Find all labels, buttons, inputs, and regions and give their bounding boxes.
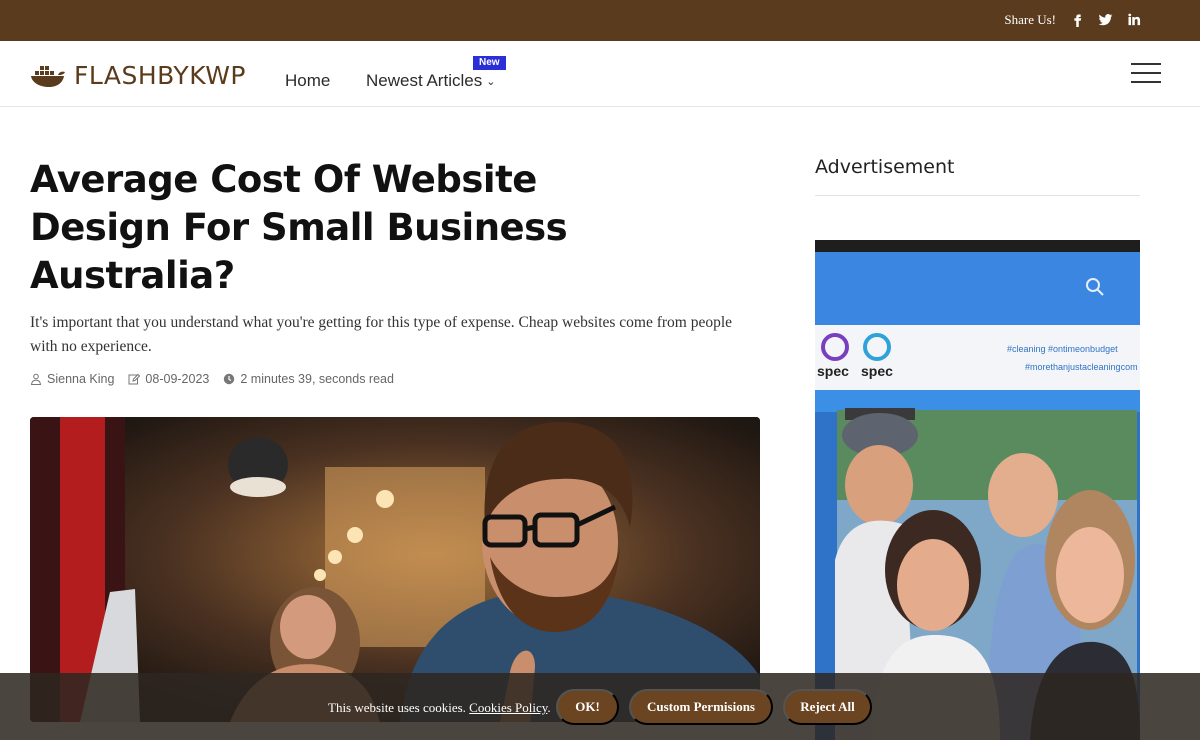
- user-icon: [30, 373, 42, 385]
- chevron-down-icon: ⌄: [486, 75, 496, 88]
- new-badge: New: [473, 56, 506, 70]
- advertisement-image[interactable]: spec spec #cleaning #ontimeonbudget #mor…: [815, 240, 1140, 740]
- logo-text: FLASHBYKWP: [74, 61, 247, 90]
- edit-icon: [128, 373, 141, 385]
- hamburger-line: [1131, 72, 1161, 74]
- hamburger-line: [1131, 81, 1161, 83]
- author-link[interactable]: Sienna King: [47, 372, 114, 386]
- advertisement-heading: Advertisement: [815, 156, 955, 178]
- ship-logo-icon: [31, 65, 65, 87]
- read-time-meta: 2 minutes 39, seconds read: [223, 372, 394, 386]
- top-bar: Share Us!: [0, 0, 1200, 41]
- article-meta: Sienna King 08-09-2023 2 minutes 39, sec…: [30, 372, 408, 386]
- site-logo[interactable]: FLASHBYKWP: [30, 61, 246, 90]
- divider: [815, 195, 1140, 196]
- publish-date: 08-09-2023: [145, 372, 210, 386]
- cookie-consent-bar: This website uses cookies. Cookies Polic…: [0, 673, 1200, 740]
- read-time: 2 minutes 39, seconds read: [240, 372, 394, 386]
- ad-brand-1: spec: [817, 363, 849, 379]
- nav-newest-label: Newest Articles: [366, 71, 483, 90]
- hamburger-line: [1131, 63, 1161, 65]
- clock-icon: [224, 373, 235, 385]
- cookie-custom-permissions-button[interactable]: Custom Permisions: [629, 689, 773, 725]
- twitter-icon[interactable]: [1096, 10, 1114, 28]
- ad-brand-2: spec: [861, 363, 893, 379]
- cookie-message: This website uses cookies. Cookies Polic…: [328, 700, 551, 716]
- cookie-suffix: .: [547, 700, 551, 715]
- site-header: FLASHBYKWP Home Newest Articles ⌄ New: [0, 41, 1200, 107]
- facebook-icon[interactable]: [1068, 10, 1086, 28]
- nav-home[interactable]: Home: [285, 71, 330, 91]
- cookies-policy-link[interactable]: Cookies Policy: [469, 700, 547, 715]
- article-title: Average Cost Of Website Design For Small…: [30, 158, 568, 297]
- date-meta: 08-09-2023: [128, 372, 209, 386]
- article-subtitle: It's important that you understand what …: [30, 314, 733, 355]
- nav-newest-articles[interactable]: Newest Articles ⌄: [366, 71, 495, 91]
- menu-hamburger-button[interactable]: [1131, 63, 1161, 83]
- author-meta: Sienna King: [30, 372, 114, 386]
- ad-hashtags-1: #cleaning #ontimeonbudget: [1007, 344, 1118, 354]
- share-label: Share Us!: [1004, 12, 1056, 27]
- linkedin-icon[interactable]: [1124, 10, 1142, 28]
- cookie-reject-all-button[interactable]: Reject All: [783, 689, 872, 725]
- cookie-ok-button[interactable]: OK!: [556, 689, 619, 725]
- cookie-text: This website uses cookies.: [328, 700, 466, 715]
- ad-hashtags-2: #morethanjustacleaningcom: [1025, 362, 1138, 372]
- ad-photo: spec spec #cleaning #ontimeonbudget #mor…: [815, 240, 1140, 740]
